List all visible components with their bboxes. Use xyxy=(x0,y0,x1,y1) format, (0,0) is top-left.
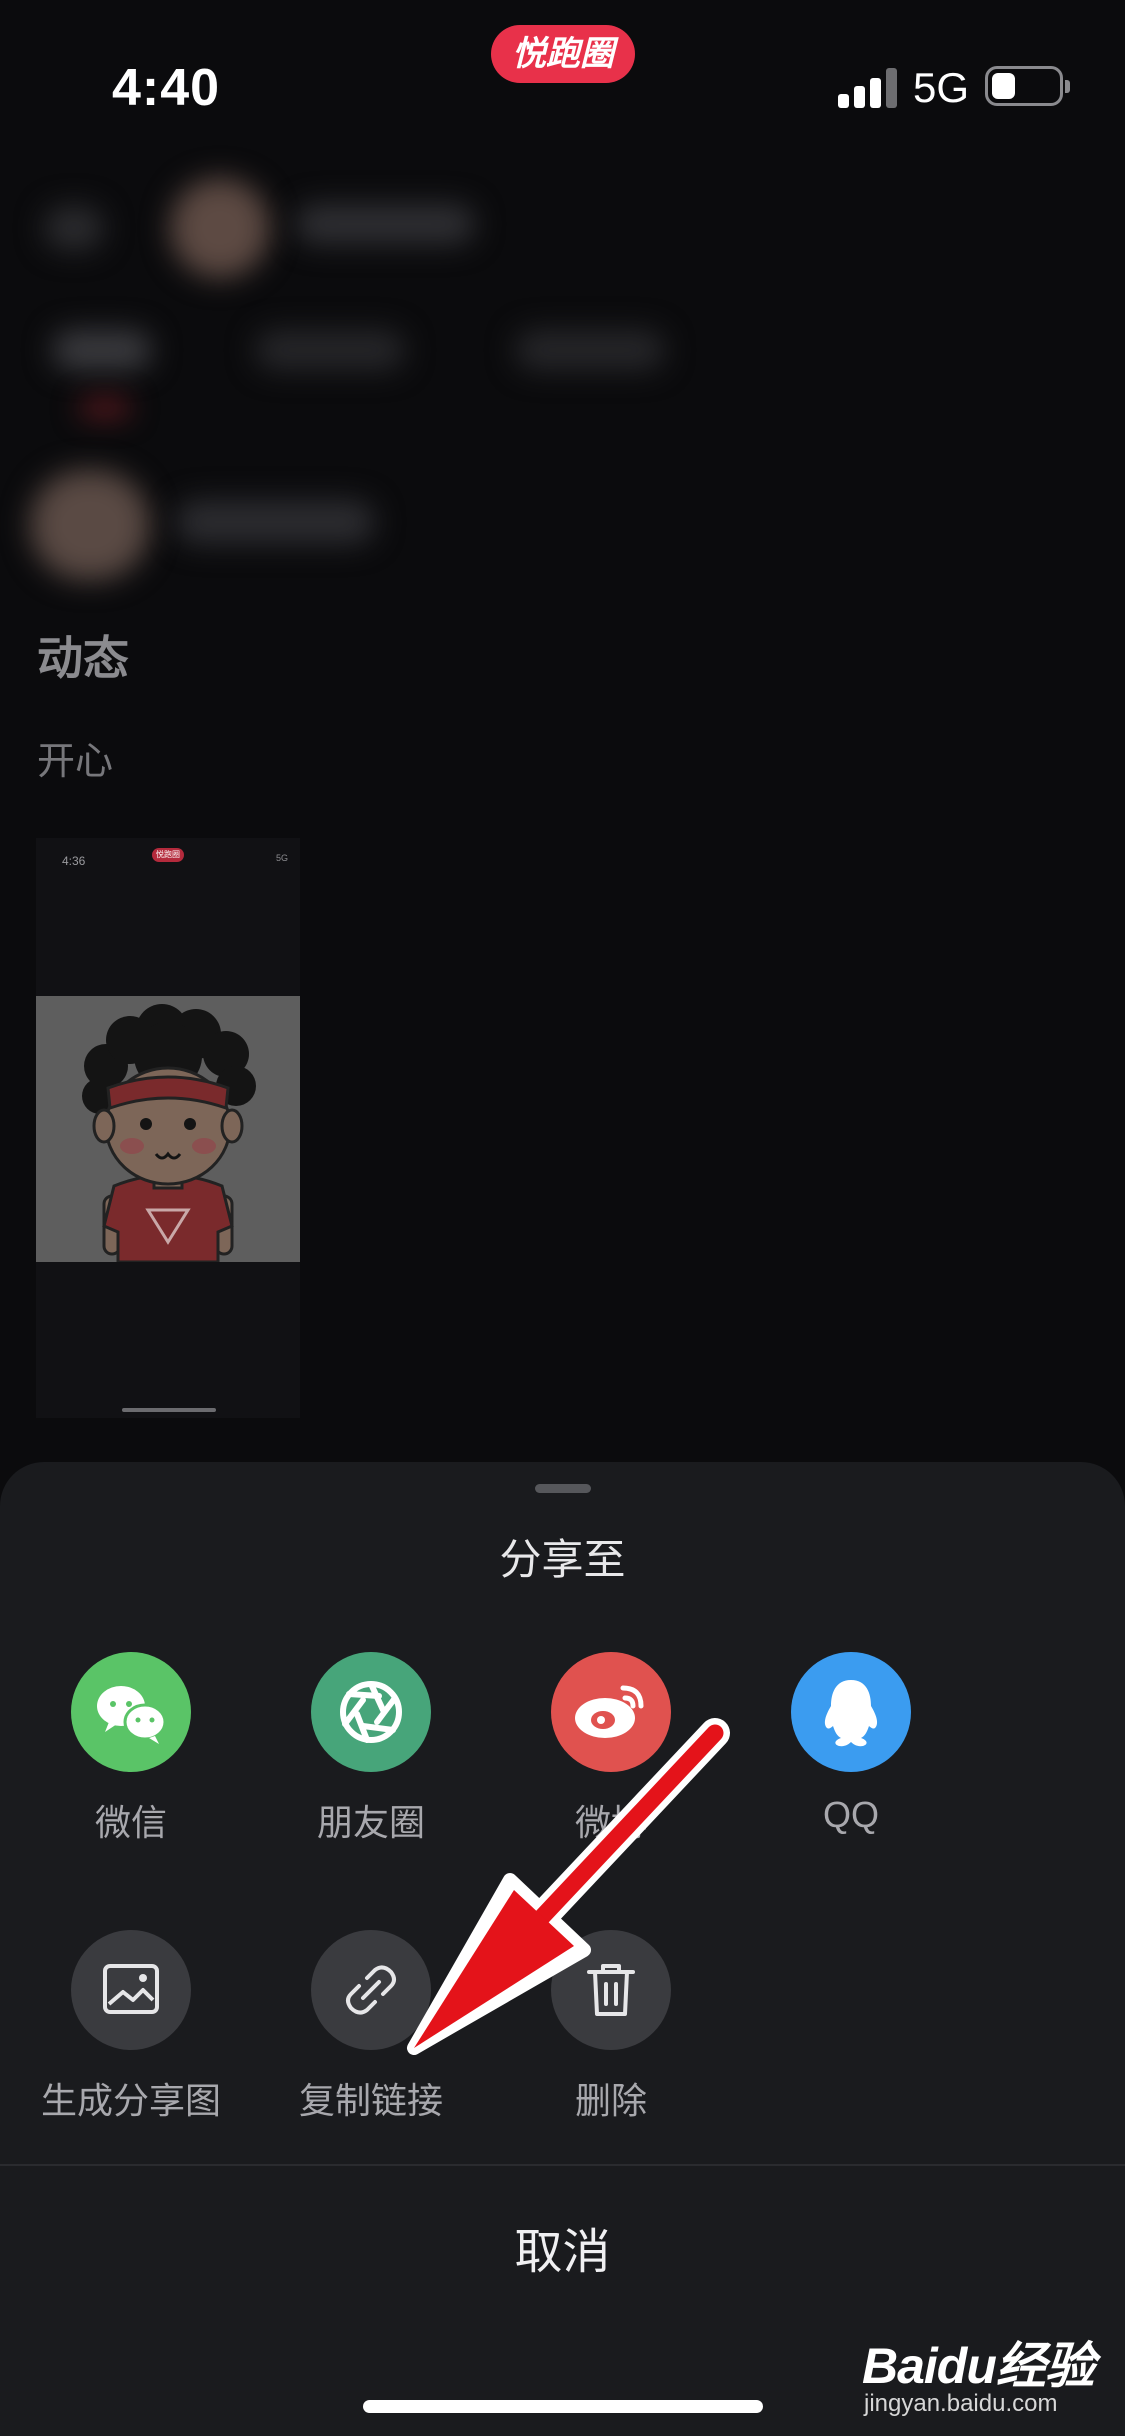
baidu-logo: Baidu经验 xyxy=(862,2338,1095,2394)
screen: 4:40 悦跑圈 5G 动态 开心 4:36 悦跑圈 5G 分享至 微信 朋友圈… xyxy=(0,0,1125,2436)
red-annotation-arrow xyxy=(407,1718,730,2055)
baidu-jingyan-watermark: Baidu经验 jingyan.baidu.com xyxy=(862,2306,1112,2426)
watermark-url: jingyan.baidu.com xyxy=(864,2390,1058,2417)
